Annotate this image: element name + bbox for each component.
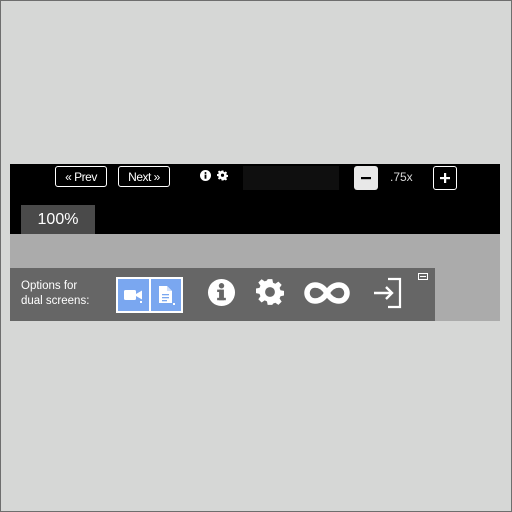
exit-icon[interactable] bbox=[371, 276, 405, 310]
document-screen-button[interactable] bbox=[148, 279, 182, 311]
options-label-line1: Options for bbox=[21, 280, 78, 292]
plus-icon bbox=[440, 173, 450, 183]
gear-icon[interactable] bbox=[217, 170, 229, 181]
minus-icon bbox=[361, 177, 371, 180]
prev-button[interactable]: « Prev bbox=[55, 166, 107, 187]
loop-icon[interactable] bbox=[304, 282, 350, 304]
title-field bbox=[243, 166, 339, 190]
zoom-level: .75x bbox=[390, 170, 413, 184]
top-toolbar: « Prev Next » .75x 100% bbox=[10, 164, 500, 234]
player-panel: « Prev Next » .75x 100% Options for dual… bbox=[10, 164, 500, 321]
mini-icon-group bbox=[200, 168, 230, 186]
document-icon bbox=[158, 286, 175, 305]
options-label-line2: dual screens: bbox=[21, 295, 90, 307]
zoom-out-button[interactable] bbox=[354, 166, 378, 190]
dual-screen-options-bar: Options for dual screens: bbox=[10, 268, 435, 321]
info-circle-icon[interactable] bbox=[207, 278, 236, 307]
zoom-in-button[interactable] bbox=[433, 166, 457, 190]
settings-gear-icon[interactable] bbox=[256, 278, 284, 306]
video-icon bbox=[124, 290, 143, 303]
info-icon[interactable] bbox=[200, 170, 211, 181]
dual-screen-toggle bbox=[116, 277, 183, 313]
video-screen-button[interactable] bbox=[118, 279, 149, 311]
next-button[interactable]: Next » bbox=[118, 166, 170, 187]
options-label: Options for dual screens: bbox=[21, 279, 111, 309]
zoom-tab[interactable]: 100% bbox=[21, 205, 95, 234]
minimize-icon[interactable] bbox=[418, 273, 428, 280]
